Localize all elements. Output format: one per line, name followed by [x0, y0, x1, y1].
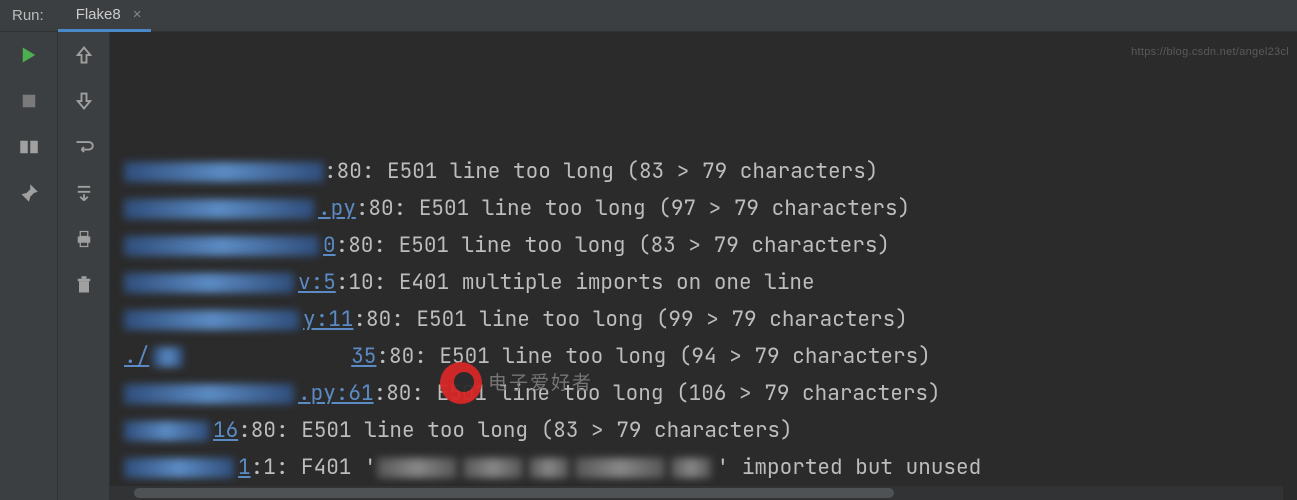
stop-icon[interactable]: [18, 90, 40, 112]
lint-message: : E501 line too long (99 > 79 characters…: [391, 301, 908, 338]
location: :80: [374, 375, 412, 412]
lint-message: : E501 line too long (94 > 79 characters…: [414, 338, 931, 375]
location: :10: [336, 264, 374, 301]
layout-icon[interactable]: [18, 136, 40, 158]
pin-icon[interactable]: [18, 182, 40, 204]
console-output[interactable]: https://blog.csdn.net/angel23cl :80: E50…: [110, 32, 1297, 500]
location: :80: [238, 412, 276, 449]
scroll-to-end-icon[interactable]: [73, 182, 95, 204]
location: :1: [251, 449, 276, 486]
output-line: y:11:80: E501 line too long (99 > 79 cha…: [124, 301, 1283, 338]
output-line: .py:80: E501 line too long (97 > 79 char…: [124, 190, 1283, 227]
soft-wrap-icon[interactable]: [73, 136, 95, 158]
lint-message-post: ' imported but unused: [717, 449, 982, 486]
location: :80: [336, 227, 374, 264]
location: :80: [324, 153, 362, 190]
run-toolbar-col2: [58, 32, 110, 500]
file-link[interactable]: 16: [124, 412, 238, 449]
output-line: ./35:80: E501 line too long (94 > 79 cha…: [124, 338, 1283, 375]
output-line: v:5:10: E401 multiple imports on one lin…: [124, 264, 1283, 301]
location: :80: [356, 190, 394, 227]
lint-message: : E501 line too long (83 > 79 characters…: [362, 153, 879, 190]
source-watermark: https://blog.csdn.net/angel23cl: [1131, 34, 1289, 71]
lint-message: : E401 multiple imports on one line: [374, 264, 815, 301]
lint-message: : E501 line too long (97 > 79 characters…: [394, 190, 911, 227]
file-link[interactable]: 0: [124, 227, 336, 264]
scrollbar-thumb[interactable]: [134, 488, 894, 498]
lint-message: : E501 line too long (83 > 79 characters…: [276, 412, 793, 449]
location: :80: [353, 301, 391, 338]
file-link[interactable]: ./35: [124, 338, 376, 375]
lint-message: : E501 line too long (106 > 79 character…: [411, 375, 940, 412]
horizontal-scrollbar[interactable]: [110, 486, 1283, 500]
down-icon[interactable]: [73, 90, 95, 112]
lint-message-pre: : F401 ': [276, 449, 377, 486]
file-link[interactable]: .py: [124, 190, 356, 227]
up-icon[interactable]: [73, 44, 95, 66]
file-link[interactable]: .py:61: [124, 375, 374, 412]
output-line: .py:61:80: E501 line too long (106 > 79 …: [124, 375, 1283, 412]
output-line: 0:80: E501 line too long (83 > 79 charac…: [124, 227, 1283, 264]
trash-icon[interactable]: [73, 274, 95, 296]
output-line: :80: E501 line too long (83 > 79 charact…: [124, 153, 1283, 190]
run-tool-header: Run: Flake8 ×: [0, 0, 1297, 32]
tab-label: Flake8: [76, 6, 121, 23]
lint-message: : E501 line too long (83 > 79 characters…: [373, 227, 890, 264]
file-link[interactable]: y:11: [124, 301, 353, 338]
print-icon[interactable]: [73, 228, 95, 250]
run-config-tab[interactable]: Flake8 ×: [58, 0, 152, 32]
run-label: Run:: [12, 7, 44, 24]
rerun-icon[interactable]: [18, 44, 40, 66]
output-line: 16:80: E501 line too long (83 > 79 chara…: [124, 412, 1283, 449]
run-body: https://blog.csdn.net/angel23cl :80: E50…: [0, 32, 1297, 500]
location: :80: [376, 338, 414, 375]
run-toolbar-col1: [0, 32, 58, 500]
file-link[interactable]: [124, 162, 324, 182]
close-tab-icon[interactable]: ×: [133, 6, 142, 23]
file-link[interactable]: 1: [124, 449, 251, 486]
output-line: 1:1: F401 ' ' imported but unused: [124, 449, 1283, 486]
file-link[interactable]: v:5: [124, 264, 336, 301]
